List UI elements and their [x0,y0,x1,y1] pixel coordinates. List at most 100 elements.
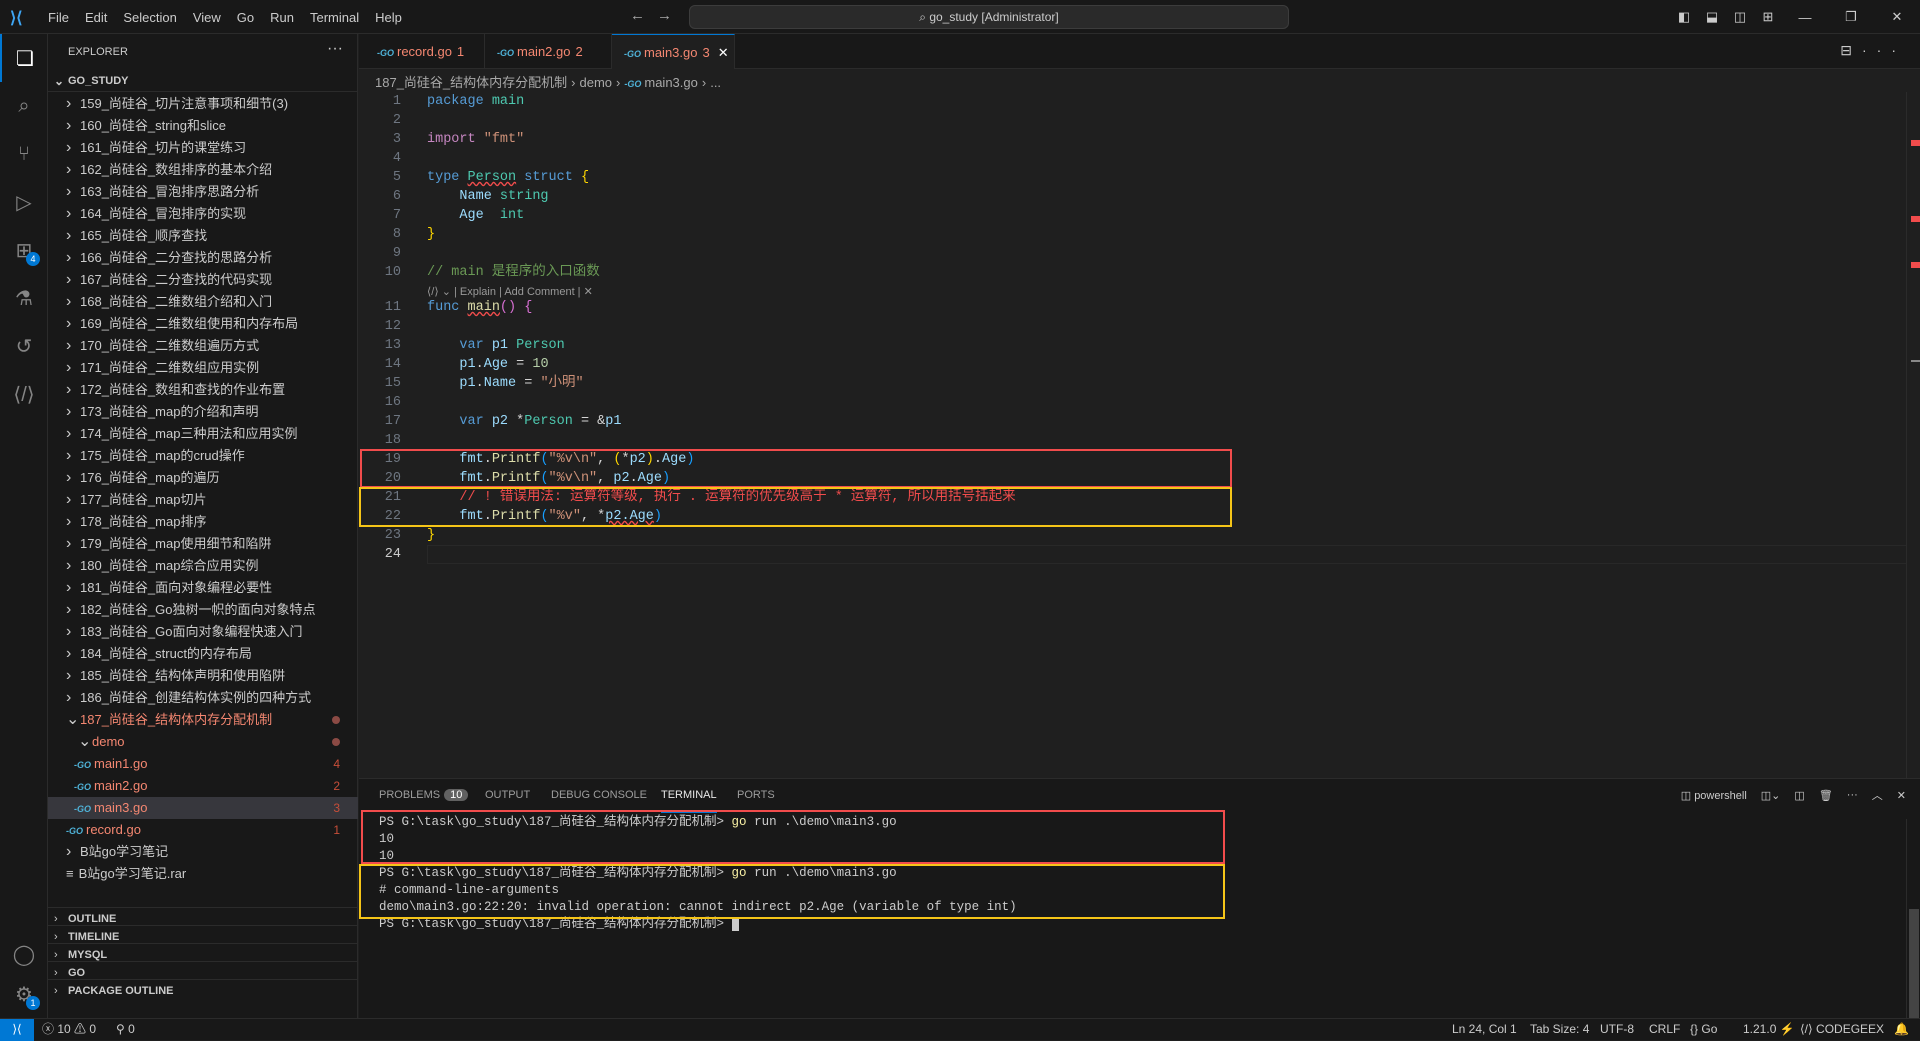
folder-item[interactable]: › 186_尚硅谷_创建结构体实例的四种方式 [48,687,358,709]
toggle-secondary-sidebar-icon[interactable]: ◫ [1726,9,1754,25]
extensions-icon[interactable]: ⊞ 4 [0,226,48,274]
folder-item[interactable]: › 170_尚硅谷_二维数组遍历方式 [48,335,358,357]
breadcrumb-item[interactable]: ... [710,75,721,90]
section-package-outline[interactable]: › PACKAGE OUTLINE [48,979,358,1001]
menu-help[interactable]: Help [367,10,410,25]
problems-status[interactable]: ⓧ 10 ⚠ 0 [42,1019,96,1040]
search-icon[interactable]: ⌕ [0,82,48,130]
forward-arrow-icon[interactable]: → [657,7,684,24]
file-main1-go[interactable]: -GO main1.go 4 [48,753,358,775]
folder-item[interactable]: › 166_尚硅谷_二分查找的思路分析 [48,247,358,269]
codegeex-icon[interactable]: ⟨/⟩ [0,370,48,418]
customize-layout-icon[interactable]: ⊞ [1754,9,1782,25]
folder-item[interactable]: › 183_尚硅谷_Go面向对象编程快速入门 [48,621,358,643]
folder-item[interactable]: › 159_尚硅谷_切片注意事项和细节(3) [48,93,358,115]
terminal-instance[interactable]: ◫ powershell [1681,789,1747,802]
folder-item[interactable]: › 173_尚硅谷_map的介绍和声明 [48,401,358,423]
folder-item[interactable]: › 177_尚硅谷_map切片 [48,489,358,511]
folder-item[interactable]: › 167_尚硅谷_二分查找的代码实现 [48,269,358,291]
folder-item[interactable]: › 182_尚硅谷_Go独树一帜的面向对象特点 [48,599,358,621]
folder-item[interactable]: › 179_尚硅谷_map使用细节和陷阱 [48,533,358,555]
file-record-go[interactable]: -GO record.go 1 [48,819,358,841]
folder-demo[interactable]: ⌄ demo [48,731,358,753]
folder-item[interactable]: › 164_尚硅谷_冒泡排序的实现 [48,203,358,225]
restore-button[interactable]: ❐ [1828,9,1874,25]
folder-open[interactable]: ⌄ 187_尚硅谷_结构体内存分配机制 [48,709,358,731]
eol[interactable]: CRLF [1649,1019,1680,1040]
remote-icon[interactable]: ⟩⟨ [0,1019,34,1041]
folder-item[interactable]: › 176_尚硅谷_map的遍历 [48,467,358,489]
file-main2-go[interactable]: -GO main2.go 2 [48,775,358,797]
folder-item[interactable]: › 160_尚硅谷_string和slice [48,115,358,137]
breadcrumb-item[interactable]: main3.go [644,75,697,90]
close-tab-icon[interactable]: ✕ [718,45,729,60]
go-icon[interactable]: ↺ [0,322,48,370]
tab-main3-go[interactable]: -GO main3.go 3 ✕ [612,34,735,69]
folder-item[interactable]: › 168_尚硅谷_二维数组介绍和入门 [48,291,358,313]
toggle-sidebar-icon[interactable]: ◧ [1670,9,1698,25]
codegeex-status[interactable]: ⟨/⟩ CODEGEEX [1800,1019,1884,1040]
maximize-panel-icon[interactable]: ︿ [1872,787,1883,803]
close-window-button[interactable]: ✕ [1874,9,1920,25]
menu-terminal[interactable]: Terminal [302,10,367,25]
folder-item[interactable]: › 175_尚硅谷_map的crud操作 [48,445,358,467]
close-panel-icon[interactable]: ✕ [1897,789,1906,802]
folder-item[interactable]: › 185_尚硅谷_结构体声明和使用陷阱 [48,665,358,687]
folder-item[interactable]: › 180_尚硅谷_map综合应用实例 [48,555,358,577]
chevron-down-icon: ⌄ [66,711,80,728]
menu-file[interactable]: File [40,10,77,25]
workspace-root[interactable]: ⌄ GO_STUDY [48,70,358,92]
source-control-icon[interactable]: ⑂ [0,130,48,178]
chevron-right-icon: › [66,447,72,464]
folder-item[interactable]: › 184_尚硅谷_struct的内存布局 [48,643,358,665]
split-terminal-icon[interactable]: ◫ [1794,789,1804,802]
folder-item[interactable]: › 178_尚硅谷_map排序 [48,511,358,533]
menu-go[interactable]: Go [229,10,262,25]
terminal-scrollbar[interactable] [1906,819,1920,1019]
folder-item[interactable]: › 162_尚硅谷_数组排序的基本介绍 [48,159,358,181]
kill-terminal-icon[interactable]: 🗑 [1819,789,1833,802]
cursor-position[interactable]: Ln 24, Col 1 [1452,1019,1517,1040]
folder-item[interactable]: › 172_尚硅谷_数组和查找的作业布置 [48,379,358,401]
ports-status[interactable]: ⚲ 0 [116,1019,135,1040]
folder-item[interactable]: › 169_尚硅谷_二维数组使用和内存布局 [48,313,358,335]
more-icon[interactable]: ··· [1847,789,1858,801]
breadcrumb-item[interactable]: demo [580,75,613,90]
go-version[interactable]: 1.21.0 ⚡ [1743,1019,1795,1040]
explorer-icon[interactable]: ❏ [0,34,48,82]
folder-item[interactable]: › 161_尚硅谷_切片的课堂练习 [48,137,358,159]
more-actions-icon[interactable]: ··· [327,40,343,58]
folder-notes[interactable]: › B站go学习笔记 [48,841,358,863]
minimize-button[interactable]: — [1782,10,1828,25]
run-debug-icon[interactable]: ▷ [0,178,48,226]
folder-item[interactable]: › 163_尚硅谷_冒泡排序思路分析 [48,181,358,203]
split-editor-icon[interactable]: ⊟ [1840,42,1862,58]
new-terminal-dropdown-icon[interactable]: ◫⌄ [1761,789,1781,802]
folder-item[interactable]: › 171_尚硅谷_二维数组应用实例 [48,357,358,379]
tab-main2-go[interactable]: -GO main2.go 2 [485,34,612,69]
menu-run[interactable]: Run [262,10,302,25]
more-icon[interactable]: ··· [1862,42,1906,58]
testing-icon[interactable]: ⚗ [0,274,48,322]
back-arrow-icon[interactable]: ← [630,7,657,24]
menu-selection[interactable]: Selection [115,10,184,25]
menu-edit[interactable]: Edit [77,10,115,25]
code-editor[interactable]: 1 package main 2 3 import "fmt" 4 5 type Person… [359,92,1909,778]
command-center-search[interactable]: ⌕ go_study [Administrator] [689,5,1289,29]
file-main3-go[interactable]: -GO main3.go 3 [48,797,358,819]
encoding[interactable]: UTF-8 [1600,1019,1634,1040]
language-mode[interactable]: {} Go [1690,1019,1717,1040]
settings-gear-icon[interactable]: ⚙ 1 [0,970,48,1018]
menu-view[interactable]: View [185,10,229,25]
file-rar[interactable]: ≡ B站go学习笔记.rar [48,863,358,885]
breadcrumb-item[interactable]: 187_尚硅谷_结构体内存分配机制 [375,75,567,90]
folder-item[interactable]: › 181_尚硅谷_面向对象编程必要性 [48,577,358,599]
folder-item[interactable]: › 165_尚硅谷_顺序查找 [48,225,358,247]
folder-item[interactable]: › 174_尚硅谷_map三种用法和应用实例 [48,423,358,445]
editor-scrollbar[interactable] [1906,92,1920,778]
notifications-bell-icon[interactable]: 🔔 [1894,1019,1909,1040]
scroll-thumb[interactable] [1909,909,1919,1019]
toggle-panel-icon[interactable]: ⬓ [1698,9,1726,25]
tab-size[interactable]: Tab Size: 4 [1530,1019,1589,1040]
tab-record-go[interactable]: -GO record.go 1 [365,34,485,69]
